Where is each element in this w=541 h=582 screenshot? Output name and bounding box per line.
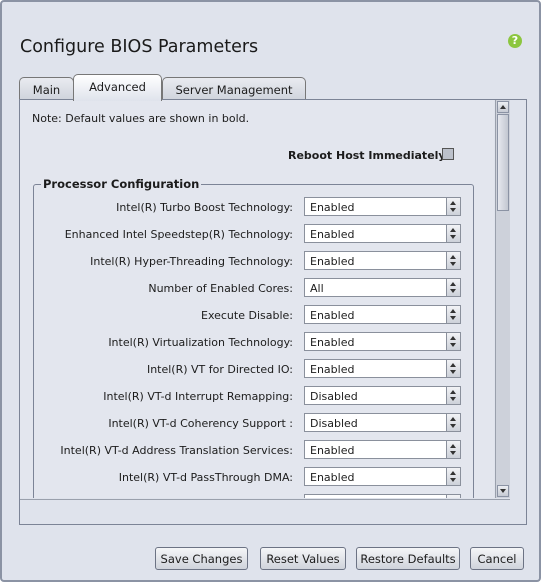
- setting-select[interactable]: Disabled: [304, 413, 461, 432]
- setting-row: Intel(R) Hyper-Threading Technology: Enab…: [34, 251, 473, 273]
- help-icon[interactable]: ?: [508, 34, 522, 48]
- setting-select[interactable]: [304, 494, 461, 498]
- setting-label: Intel(R) VT for Directed IO:: [146, 363, 293, 376]
- save-changes-button[interactable]: Save Changes: [155, 547, 248, 570]
- setting-label: Execute Disable:: [201, 309, 293, 322]
- setting-row: Enhanced Intel Speedstep(R) Technology: E…: [34, 224, 473, 246]
- setting-select-value: Enabled: [310, 309, 355, 322]
- setting-row: Intel(R) VT-d Address Translation Servic…: [34, 440, 473, 462]
- reboot-host-checkbox[interactable]: [442, 148, 454, 160]
- vertical-scrollbar[interactable]: [495, 100, 510, 498]
- setting-select[interactable]: Enabled: [304, 440, 461, 459]
- settings-scroll-area[interactable]: Note: Default values are shown in bold. …: [20, 100, 494, 498]
- select-arrows-icon[interactable]: [446, 495, 460, 498]
- setting-select-value: Enabled: [310, 444, 355, 457]
- setting-select[interactable]: Enabled: [304, 359, 461, 378]
- select-arrows-icon[interactable]: [446, 333, 460, 350]
- setting-select[interactable]: Enabled: [304, 332, 461, 351]
- setting-label: Intel(R) Hyper-Threading Technology:: [90, 255, 293, 268]
- dialog-footer: Save Changes Reset Values Restore Defaul…: [4, 526, 537, 580]
- setting-select-value: Enabled: [310, 201, 355, 214]
- restore-defaults-button[interactable]: Restore Defaults: [356, 547, 460, 570]
- panel-bottom-strip: [20, 499, 510, 524]
- setting-label: Number of Enabled Cores:: [148, 282, 293, 295]
- select-arrows-icon[interactable]: [446, 225, 460, 242]
- setting-label: Intel(R) VT-d Address Translation Servic…: [60, 444, 293, 457]
- processor-configuration-section: Processor Configuration Intel(R) Turbo B…: [33, 177, 474, 498]
- select-arrows-icon[interactable]: [446, 441, 460, 458]
- setting-select-value: Enabled: [310, 336, 355, 349]
- scroll-up-icon[interactable]: [497, 101, 509, 113]
- default-values-note: Note: Default values are shown in bold.: [32, 112, 250, 125]
- setting-select[interactable]: All: [304, 278, 461, 297]
- dialog-title: Configure BIOS Parameters: [20, 37, 259, 57]
- setting-select[interactable]: Disabled: [304, 386, 461, 405]
- advanced-tab-panel: Note: Default values are shown in bold. …: [19, 99, 527, 525]
- tab-main[interactable]: Main: [19, 77, 74, 100]
- reboot-host-label: Reboot Host Immediately:: [287, 149, 450, 162]
- setting-select[interactable]: Enabled: [304, 305, 461, 324]
- setting-row: Intel(R) VT-d PassThrough DMA: Enabled: [34, 467, 473, 489]
- setting-select-value: Enabled: [310, 471, 355, 484]
- setting-row: Direct Cache Access:: [34, 494, 473, 498]
- setting-label: Intel(R) Virtualization Technology:: [108, 336, 293, 349]
- setting-select[interactable]: Enabled: [304, 467, 461, 486]
- setting-label: Intel(R) VT-d Coherency Support :: [108, 417, 293, 430]
- select-arrows-icon[interactable]: [446, 198, 460, 215]
- setting-row: Intel(R) VT for Directed IO: Enabled: [34, 359, 473, 381]
- setting-label: Intel(R) VT-d Interrupt Remapping:: [103, 390, 293, 403]
- select-arrows-icon[interactable]: [446, 468, 460, 485]
- scroll-down-icon[interactable]: [497, 485, 509, 497]
- cancel-button[interactable]: Cancel: [470, 547, 524, 570]
- tab-server-management[interactable]: Server Management: [162, 77, 306, 100]
- reset-values-button[interactable]: Reset Values: [260, 547, 346, 570]
- setting-row: Intel(R) Turbo Boost Technology: Enabled: [34, 197, 473, 219]
- select-arrows-icon[interactable]: [446, 279, 460, 296]
- setting-select-value: Enabled: [310, 255, 355, 268]
- setting-label: Intel(R) Turbo Boost Technology:: [116, 201, 293, 214]
- setting-select-value: Disabled: [310, 417, 358, 430]
- setting-row: Intel(R) VT-d Coherency Support : Disable…: [34, 413, 473, 435]
- setting-row: Execute Disable: Enabled: [34, 305, 473, 327]
- processor-configuration-title: Processor Configuration: [41, 177, 202, 191]
- select-arrows-icon[interactable]: [446, 360, 460, 377]
- select-arrows-icon[interactable]: [446, 306, 460, 323]
- setting-label: Enhanced Intel Speedstep(R) Technology:: [64, 228, 293, 241]
- setting-select[interactable]: Enabled: [304, 224, 461, 243]
- select-arrows-icon[interactable]: [446, 252, 460, 269]
- scroll-thumb[interactable]: [497, 114, 509, 211]
- setting-row: Intel(R) VT-d Interrupt Remapping: Disabl…: [34, 386, 473, 408]
- setting-select-value: Disabled: [310, 390, 358, 403]
- select-arrows-icon[interactable]: [446, 414, 460, 431]
- setting-row: Intel(R) Virtualization Technology: Enabl…: [34, 332, 473, 354]
- setting-select-value: Enabled: [310, 363, 355, 376]
- select-arrows-icon[interactable]: [446, 387, 460, 404]
- setting-select[interactable]: Enabled: [304, 197, 461, 216]
- setting-select[interactable]: Enabled: [304, 251, 461, 270]
- setting-select-value: All: [310, 282, 324, 295]
- bios-dialog: Configure BIOS Parameters ? Main Advance…: [0, 0, 541, 582]
- setting-label: Intel(R) VT-d PassThrough DMA:: [118, 471, 293, 484]
- tab-advanced[interactable]: Advanced: [73, 74, 162, 101]
- setting-row: Number of Enabled Cores: All: [34, 278, 473, 300]
- setting-select-value: Enabled: [310, 228, 355, 241]
